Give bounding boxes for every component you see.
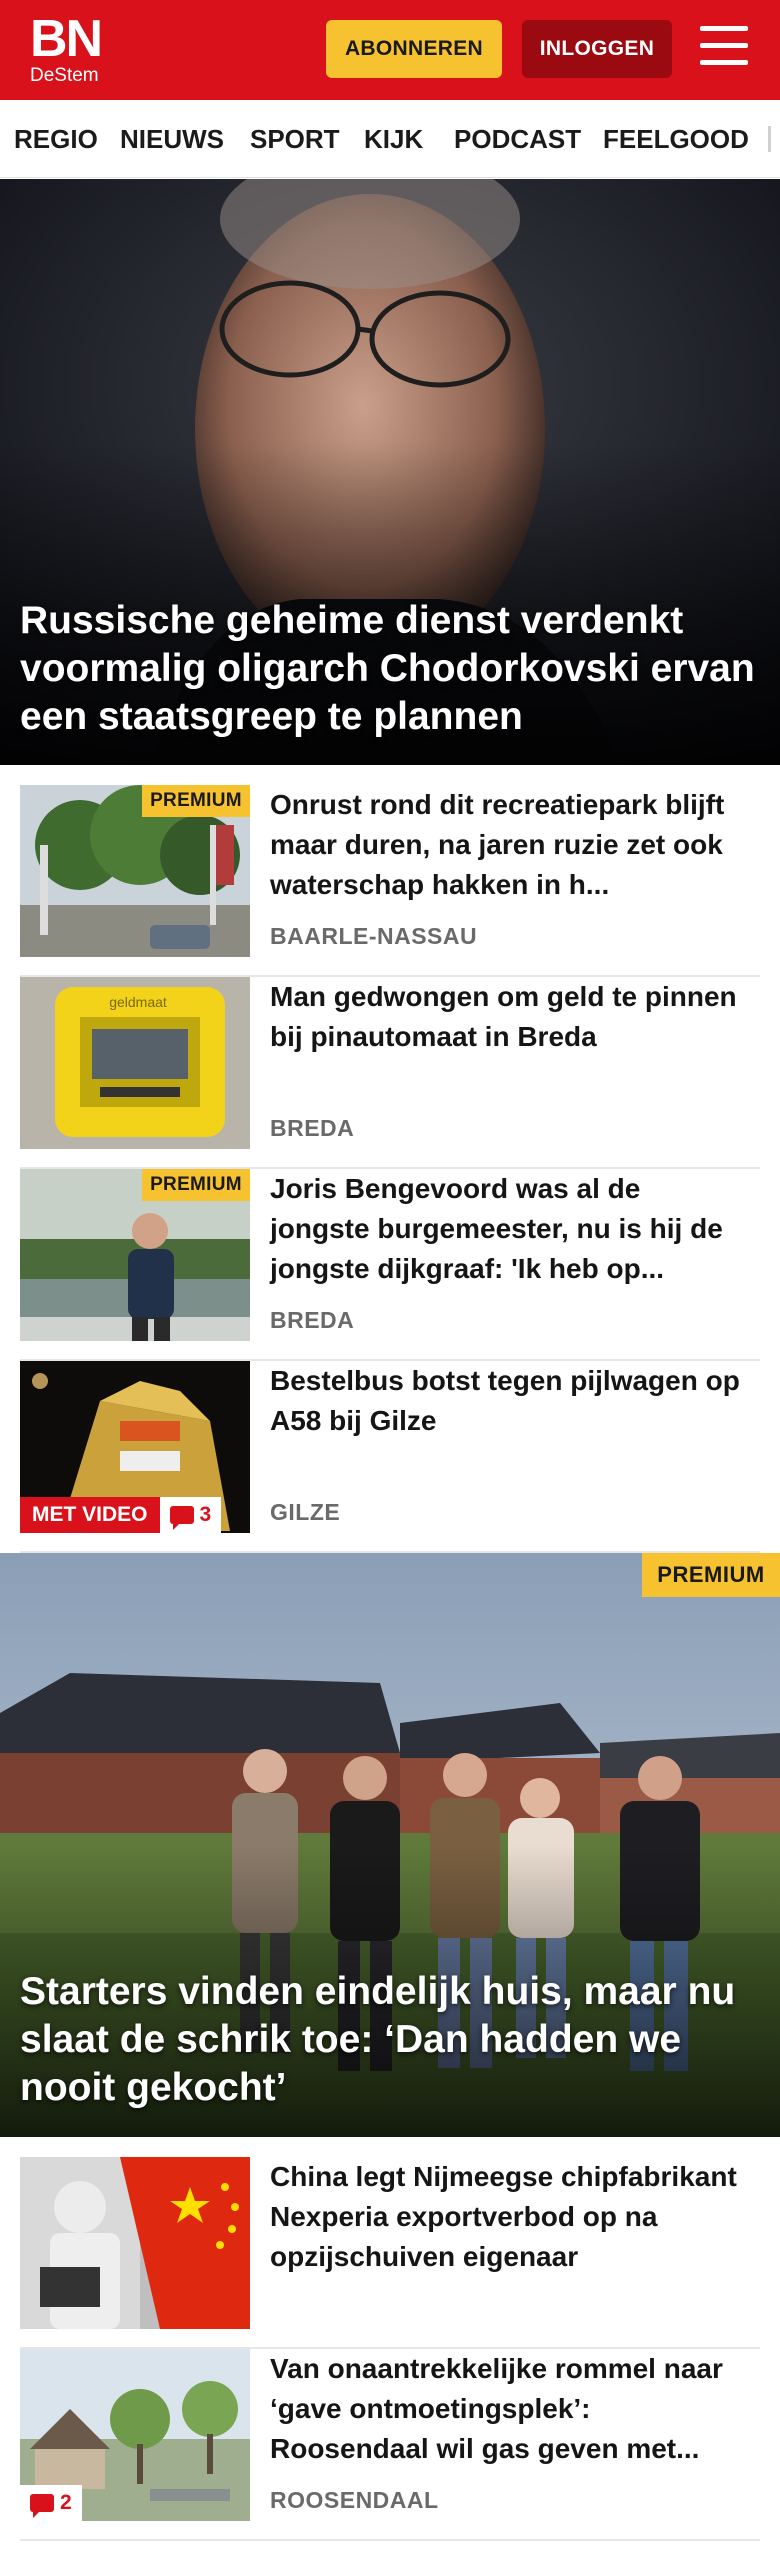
nav-item-kijk[interactable]: KIJK [364, 100, 423, 177]
hero-1-headline[interactable]: Russische geheime dienst verdenkt voorma… [20, 597, 760, 741]
video-badge: MET VIDEO [20, 1497, 160, 1533]
nav-item-feelgood[interactable]: FEELGOOD [603, 100, 749, 177]
bn-destem-logo[interactable]: BN DeStem [30, 10, 110, 86]
nav-item-sport[interactable]: SPORT [250, 100, 340, 177]
top-header: BN DeStem ABONNEREN INLOGGEN [0, 0, 780, 100]
article-row[interactable]: China legt Nijmeegse chipfabri­kant Nexp… [20, 2157, 760, 2349]
article-thumbnail[interactable]: MET VIDEO 3 [20, 1361, 250, 1533]
article-row[interactable]: PREMIUM Onrust rond dit recreatiepark bl… [20, 785, 760, 977]
article-headline[interactable]: China legt Nijmeegse chipfabri­kant Nexp… [270, 2157, 740, 2277]
logo-bn-text: BN [30, 10, 103, 68]
login-button[interactable]: INLOGGEN [522, 20, 672, 78]
article-location-tag: GILZE [270, 1499, 341, 1525]
hero-article-2[interactable]: PREMIUM Starters vinden eindelijk huis, … [0, 1553, 780, 2137]
logo-destem-text: DeStem [30, 65, 99, 86]
article-headline[interactable]: Bestelbus botst tegen pijlwagen op A58 b… [270, 1361, 740, 1441]
nexperia-chip-photo [20, 2157, 250, 2329]
article-thumbnail[interactable]: PREMIUM [20, 1169, 250, 1341]
article-thumbnail[interactable]: 2 [20, 2349, 250, 2521]
nav-item-nieuws[interactable]: NIEUWS [120, 100, 224, 177]
hero-article-1[interactable]: Russische geheime dienst verdenkt voorma… [0, 179, 780, 765]
comment-count[interactable]: 2 [20, 2485, 82, 2521]
subscribe-button[interactable]: ABONNEREN [326, 20, 502, 78]
article-location-tag: BREDA [270, 1115, 355, 1141]
article-headline[interactable]: Onrust rond dit recreatiepark blijft maa… [270, 785, 740, 905]
premium-badge: PREMIUM [642, 1553, 780, 1597]
article-row[interactable]: MET VIDEO 3 Bestelbus botst tegen pijlwa… [20, 1361, 760, 1553]
comments-badge: 2 [20, 2485, 82, 2521]
article-thumbnail[interactable] [20, 2157, 250, 2329]
hero-2-headline[interactable]: Starters vinden eindelijk huis, maar nu … [20, 1968, 760, 2112]
article-location-tag: BREDA [270, 1307, 355, 1333]
atm-brand-text: geldmaat [109, 994, 167, 1010]
article-headline[interactable]: Man gedwongen om geld te pinnen bij pina… [270, 977, 740, 1057]
atm-photo: geldmaat [20, 977, 250, 1149]
nav-item-podcast[interactable]: PODCAST [454, 100, 581, 177]
premium-badge: PREMIUM [142, 1169, 250, 1201]
nav-overflow-divider [768, 126, 771, 152]
comment-count-value: 3 [199, 1503, 212, 1526]
comment-count[interactable]: 3 [159, 1497, 222, 1533]
article-row[interactable]: PREMIUM Joris Bengevoord was al de jongs… [20, 1169, 760, 1361]
article-thumbnail[interactable]: geldmaat [20, 977, 250, 1149]
hamburger-menu-icon[interactable] [700, 26, 752, 72]
article-row[interactable]: geldmaat Man gedwongen om geld te pinnen… [20, 977, 760, 1169]
article-headline[interactable]: Joris Bengevoord was al de jongste burge… [270, 1169, 740, 1289]
comment-bubble-icon [30, 2494, 54, 2518]
comment-count-value: 2 [60, 2491, 72, 2514]
comment-bubble-icon [169, 1506, 194, 1530]
article-thumbnail[interactable]: PREMIUM [20, 785, 250, 957]
premium-badge: PREMIUM [142, 785, 250, 817]
nav-item-regio[interactable]: REGIO [14, 100, 98, 177]
video-comments-badge: MET VIDEO 3 [20, 1497, 222, 1533]
article-location-tag: BAARLE-NASSAU [270, 923, 478, 949]
article-headline[interactable]: Van onaantrekkelijke rommel naar ‘gave o… [270, 2349, 740, 2469]
article-location-tag: ROOSENDAAL [270, 2487, 439, 2513]
article-row[interactable]: 2 Van onaantrekkelijke rommel naar ‘gave… [20, 2349, 760, 2541]
section-nav: REGIO NIEUWS SPORT KIJK PODCAST FEELGOOD [0, 100, 780, 178]
